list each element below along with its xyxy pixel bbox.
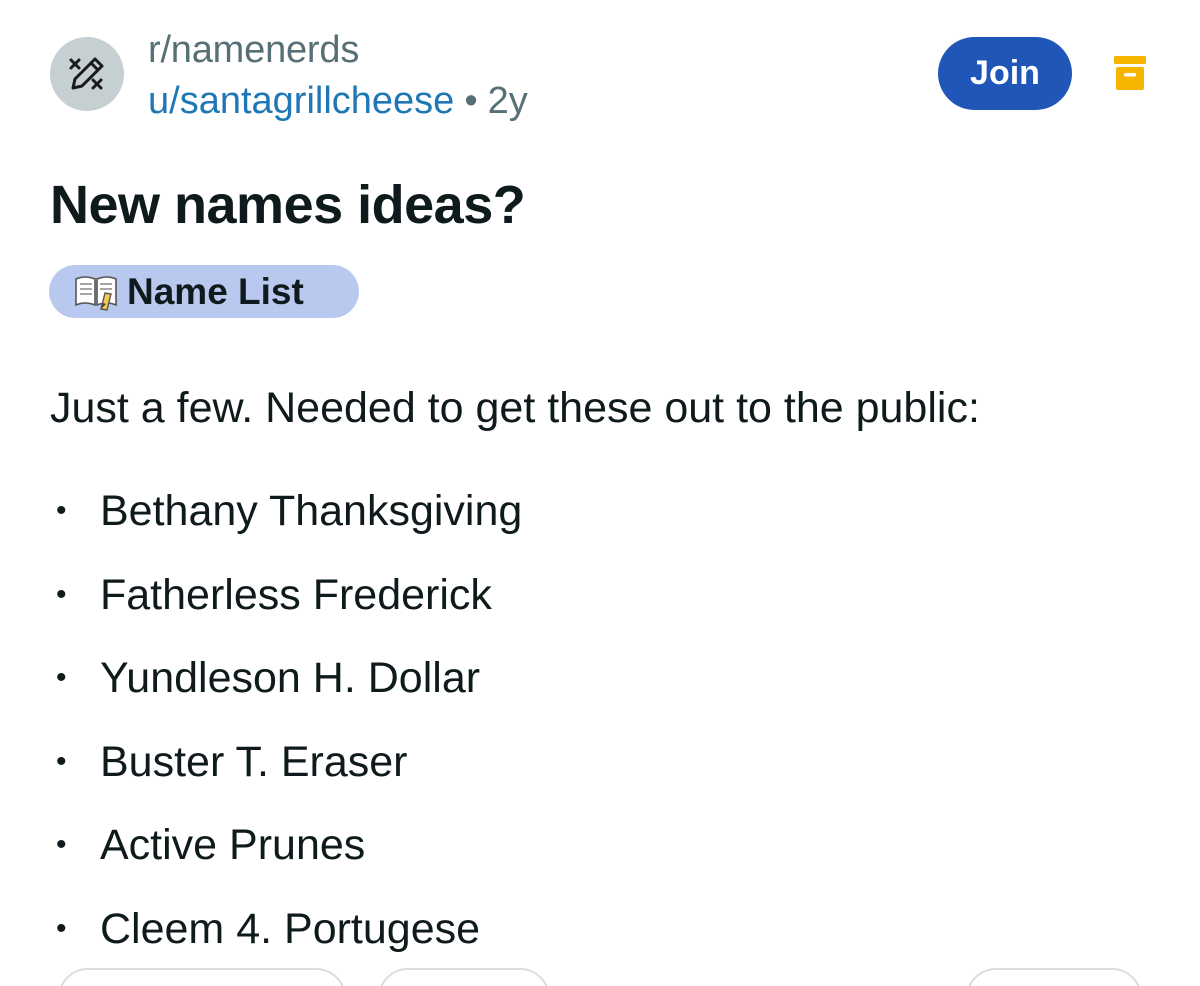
subreddit-name[interactable]: r/namenerds [148,28,359,72]
bullet: • [56,577,67,611]
comments-button[interactable] [378,968,550,986]
flair-label: Name List [127,270,304,312]
list-item-text: Active Prunes [100,821,366,869]
list-item-text: Fatherless Frederick [100,570,492,619]
list-item-text: Buster T. Eraser [100,737,408,786]
bullet: • [56,828,67,861]
book-pencil-icon [75,275,117,311]
post-age: 2y [487,80,528,122]
archive-icon[interactable] [1114,56,1146,90]
author-username[interactable]: u/santagrillcheese [148,80,454,122]
bullet: • [56,494,67,527]
bullet: • [56,911,67,945]
post-flair[interactable]: Name List [49,265,359,318]
subreddit-avatar[interactable] [50,37,124,111]
list-item-text: Cleem 4. Portugese [100,904,481,953]
post-title[interactable]: New names ideas? [50,172,526,238]
post-intro-text: Just a few. Needed to get these out to t… [50,384,980,432]
share-button[interactable] [966,968,1142,986]
post-meta: u/santagrillcheese • 2y [148,79,528,123]
join-button[interactable]: Join [938,37,1072,110]
bullet: • [56,661,67,694]
list-item-text: Bethany Thanksgiving [100,487,523,535]
post-page: r/namenerds u/santagrillcheese • 2y Join N… [0,0,1200,986]
list-item-text: Yundleson H. Dollar [100,654,481,702]
bullet: • [56,744,67,778]
meta-separator: • [464,80,478,122]
pencil-brush-icon [69,57,104,90]
vote-bar[interactable] [58,968,346,986]
